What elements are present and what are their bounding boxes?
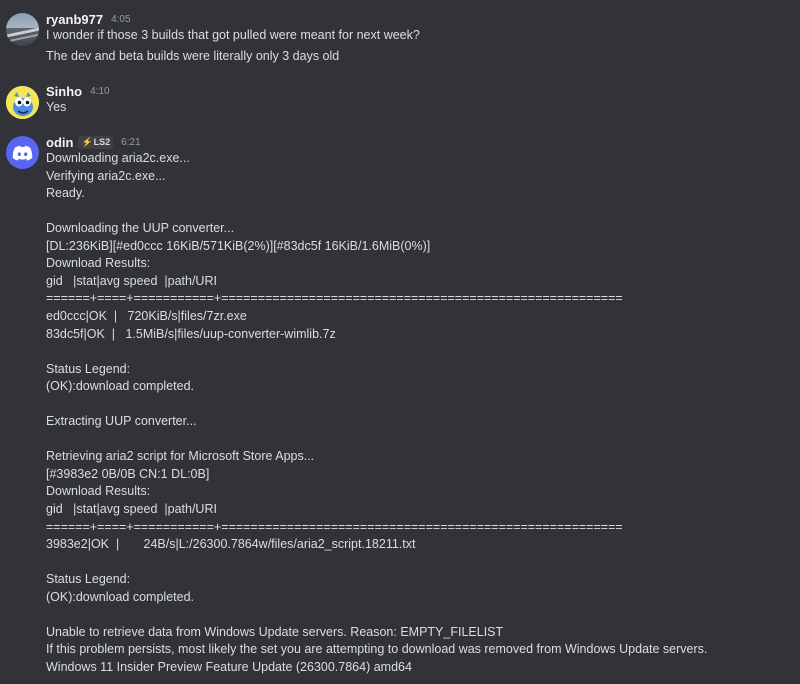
- message-text-line: Download Results:: [46, 484, 151, 499]
- message-text-line: [#3983e2 0B/0B CN:1 DL:0B]: [46, 466, 210, 481]
- message-text: The dev and beta builds were literally o…: [46, 49, 340, 63]
- message-text-line: Unable to retrieve data from Windows Upd…: [46, 624, 504, 639]
- discord-logo-icon: [12, 145, 33, 161]
- role-badge[interactable]: ⚡ LS2: [78, 135, 114, 149]
- timestamp[interactable]: 4:05: [111, 14, 130, 25]
- message-text-line: ======+====+===========+================…: [46, 291, 623, 306]
- message-text-line: Verifying aria2c.exe...: [46, 168, 166, 183]
- message-text-line: Status Legend:: [46, 572, 131, 587]
- message-text-line: gid |stat|avg speed |path/URI: [46, 502, 217, 516]
- message-text: I wonder if those 3 builds that got pull…: [46, 28, 420, 42]
- message-text-line: ======+====+===========+================…: [46, 519, 623, 534]
- username-odin[interactable]: odin: [46, 135, 73, 150]
- message-text-line: Extracting UUP converter...: [46, 414, 197, 429]
- timestamp[interactable]: 4:10: [90, 86, 109, 97]
- avatar-sinho[interactable]: [6, 86, 39, 119]
- message-text-line: 3983e2|OK | 24B/s|L:/26300.7864w/files/a…: [46, 537, 416, 552]
- badge-label: LS2: [93, 137, 111, 147]
- message-text-line: If this problem persists, most likely th…: [46, 642, 708, 657]
- message-text-line: Downloading aria2c.exe...: [46, 151, 190, 165]
- username-ryanb977[interactable]: ryanb977: [46, 12, 103, 27]
- message-text-line: (OK):download completed.: [46, 589, 194, 604]
- message-text-line: Retrieving aria2 script for Microsoft St…: [46, 449, 315, 464]
- avatar-odin[interactable]: [6, 136, 39, 169]
- avatar-ryanb977[interactable]: [6, 13, 39, 46]
- message-text-line: Ready.: [46, 186, 85, 201]
- message-text-line: Windows 11 Insider Preview Feature Updat…: [46, 659, 412, 674]
- message-text-line: ed0ccc|OK | 720KiB/s|files/7zr.exe: [46, 308, 247, 323]
- message-text-line: 83dc5f|OK | 1.5MiB/s|files/uup-converter…: [46, 326, 336, 341]
- message-text-line: (OK):download completed.: [46, 379, 194, 394]
- lightning-icon: ⚡: [81, 136, 93, 147]
- message-text-line: [DL:236KiB][#ed0ccc 16KiB/571KiB(2%)][#8…: [46, 238, 431, 253]
- message-text-line: Status Legend:: [46, 361, 131, 376]
- message-text-line: gid |stat|avg speed |path/URI: [46, 273, 217, 288]
- message-text-line: Download Results:: [46, 256, 151, 271]
- timestamp[interactable]: 6:21: [121, 137, 140, 148]
- message-text-line: Downloading the UUP converter...: [46, 221, 235, 236]
- username-sinho[interactable]: Sinho: [46, 84, 82, 99]
- yellow-creature-icon: [6, 86, 39, 119]
- chat-messages: ryanb977 4:05 I wonder if those 3 builds…: [0, 0, 800, 684]
- message-text: Yes: [46, 100, 67, 114]
